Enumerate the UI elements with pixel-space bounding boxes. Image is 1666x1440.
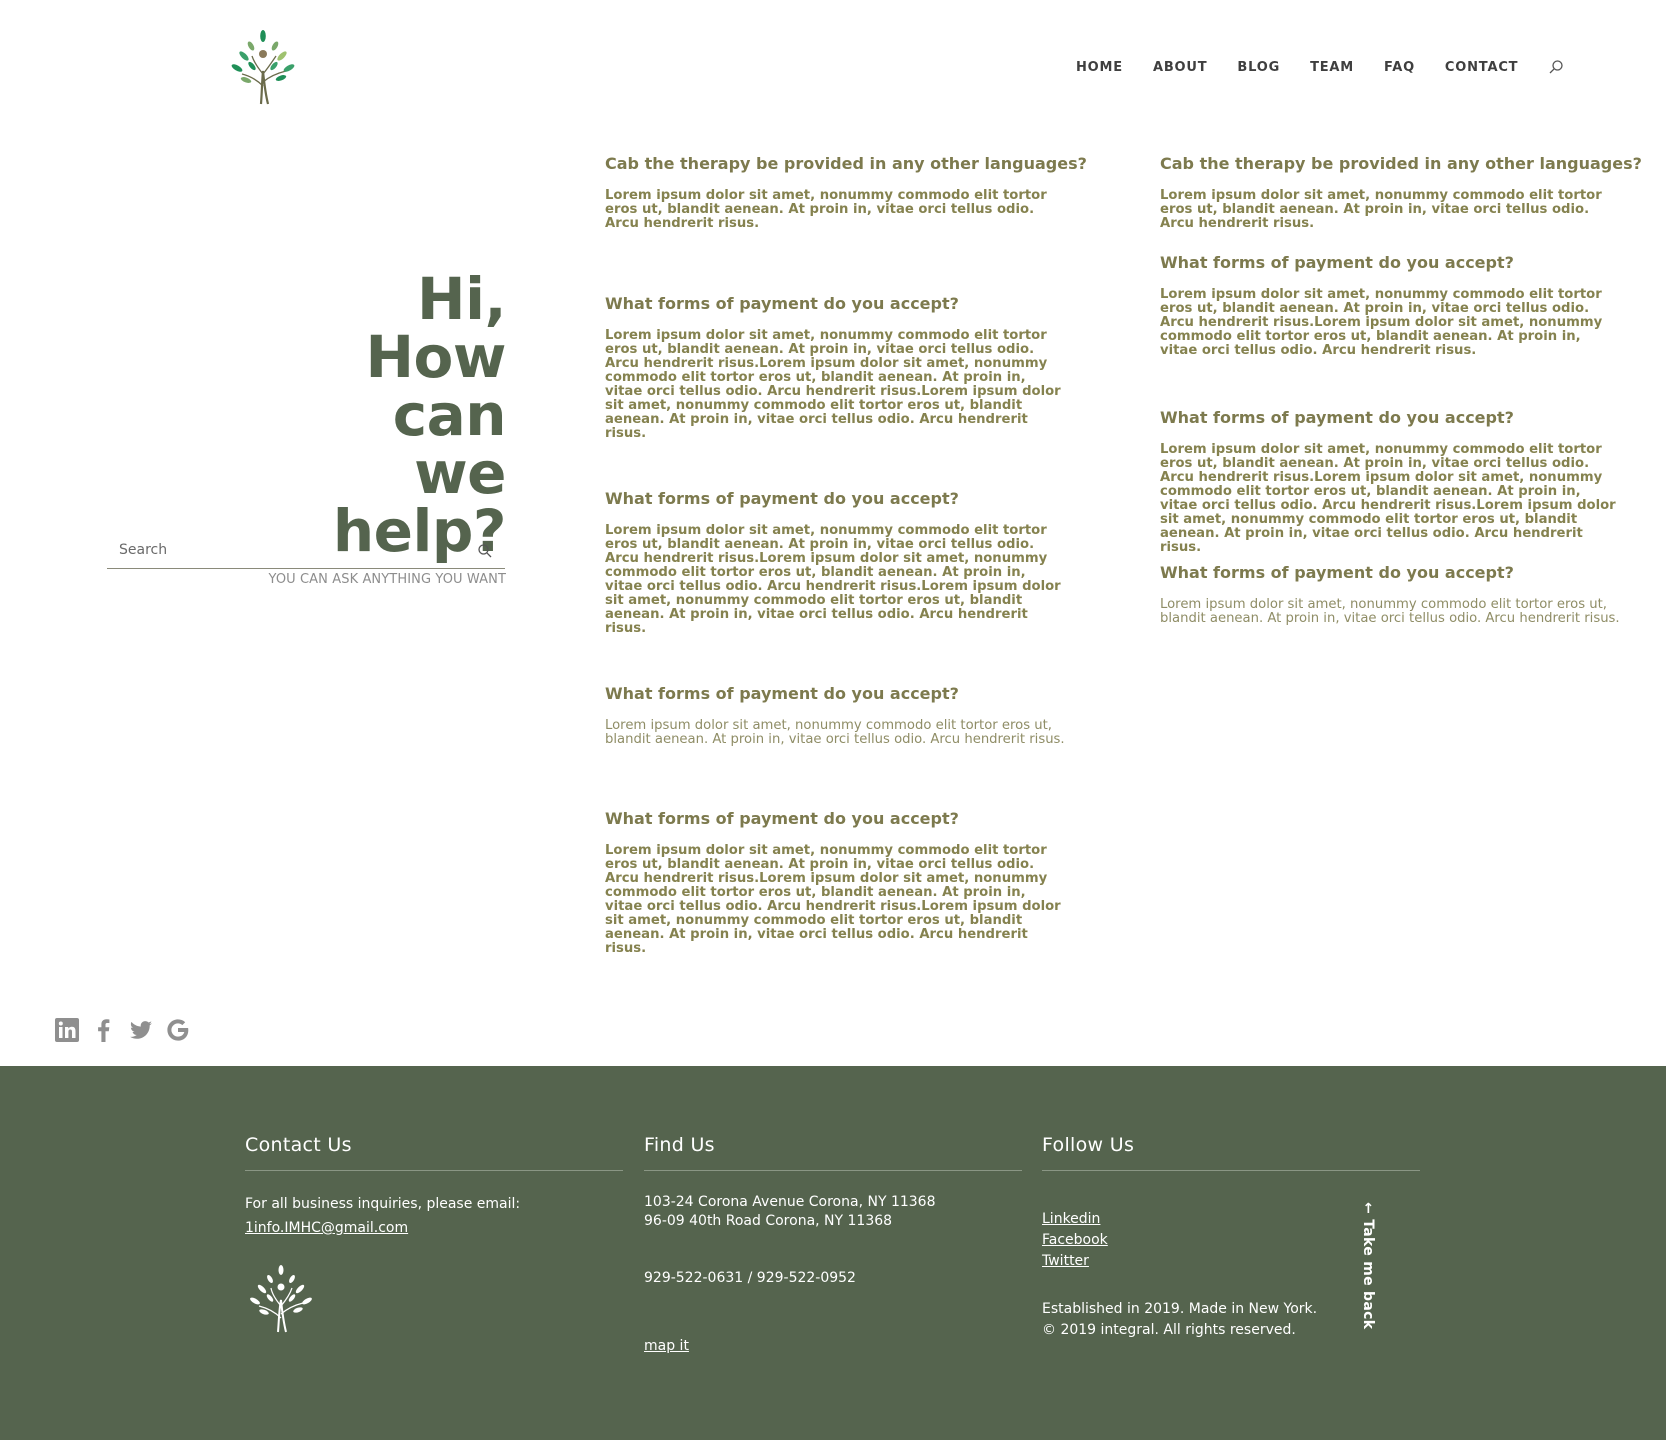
google-icon[interactable] [165,1017,191,1043]
faq-question: What forms of payment do you accept? [1160,253,1514,272]
faq-question: What forms of payment do you accept? [605,809,959,828]
back-to-top-label: ← Take me back [1360,1202,1376,1330]
social-icons [54,1017,202,1043]
footer-find: Find Us 103-24 Corona Avenue Corona, NY … [644,1134,1022,1354]
address-line: 103-24 Corona Avenue Corona, NY 11368 [644,1194,936,1210]
address-line: 96-09 40th Road Corona, NY 11368 [644,1213,893,1229]
faq-item: What forms of payment do you accept? Lor… [605,809,1065,956]
faq-answer: Lorem ipsum dolor sit amet, nonummy comm… [605,188,1047,231]
nav-blog[interactable]: BLOG [1237,60,1280,75]
faq-answer: Lorem ipsum dolor sit amet, nonummy comm… [605,718,1065,747]
nav-faq[interactable]: FAQ [1384,60,1415,75]
faq-question: What forms of payment do you accept? [605,489,959,508]
email-link[interactable]: 1info.IMHC@gmail.com [245,1220,408,1236]
faq-item: What forms of payment do you accept? Lor… [605,294,1065,489]
faq-item: What forms of payment do you accept? Lor… [1160,408,1620,563]
address: 103-24 Corona Avenue Corona, NY 11368 96… [644,1193,1022,1231]
footer-contact: Contact Us For all business inquiries, p… [245,1134,623,1334]
hero-title-line: How can [365,323,507,449]
main-nav: HOME ABOUT BLOG TEAM FAQ CONTACT [1076,58,1564,76]
faq-question: What forms of payment do you accept? [605,684,959,703]
faq-question: Cab the therapy be provided in any other… [605,154,1087,173]
faq-column-right: Cab the therapy be provided in any other… [1160,154,1642,626]
contact-text: For all business inquiries, please email… [245,1196,521,1212]
back-to-top-button[interactable]: ← Take me back [1356,1202,1378,1329]
tree-logo[interactable] [224,26,302,106]
map-link[interactable]: map it [644,1338,689,1354]
hero-title: Hi, How can we help? [240,265,507,560]
facebook-icon[interactable] [91,1017,117,1043]
faq-answer: Lorem ipsum dolor sit amet, nonummy comm… [1160,442,1616,555]
faq-item: Cab the therapy be provided in any other… [605,154,1087,294]
nav-contact[interactable]: CONTACT [1445,60,1518,75]
hero-subtitle: YOU CAN ASK ANYTHING YOU WANT [268,572,506,587]
twitter-icon[interactable] [128,1017,154,1043]
faq-search [107,534,505,569]
search-icon[interactable] [477,543,493,559]
nav-home[interactable]: HOME [1076,60,1123,75]
linkedin-link[interactable]: Linkedin [1042,1211,1100,1227]
nav-team[interactable]: TEAM [1310,60,1354,75]
footer: Contact Us For all business inquiries, p… [0,1066,1666,1440]
facebook-link[interactable]: Facebook [1042,1232,1108,1248]
faq-question: Cab the therapy be provided in any other… [1160,154,1642,173]
footer-heading: Follow Us [1042,1134,1420,1171]
faq-column-left: Cab the therapy be provided in any other… [605,154,1087,956]
hero-title-line: Hi, [417,265,506,333]
faq-answer: Lorem ipsum dolor sit amet, nonummy comm… [1160,287,1603,358]
faq-item: What forms of payment do you accept? Lor… [605,684,1065,809]
faq-question: What forms of payment do you accept? [1160,563,1514,582]
faq-answer: Lorem ipsum dolor sit amet, nonummy comm… [1160,597,1620,626]
faq-item: Cab the therapy be provided in any other… [1160,154,1642,253]
faq-answer: Lorem ipsum dolor sit amet, nonummy comm… [605,843,1061,956]
faq-answer: Lorem ipsum dolor sit amet, nonummy comm… [605,328,1061,441]
search-input[interactable] [107,534,467,566]
search-icon[interactable] [1548,59,1564,75]
footer-heading: Find Us [644,1134,1022,1171]
faq-item: What forms of payment do you accept? Lor… [605,489,1065,684]
faq-item: What forms of payment do you accept? Lor… [1160,253,1620,408]
faq-question: What forms of payment do you accept? [605,294,959,313]
linkedin-icon[interactable] [54,1017,80,1043]
footer-heading: Contact Us [245,1134,623,1171]
tree-logo-white [250,1265,312,1333]
faq-question: What forms of payment do you accept? [1160,408,1514,427]
faq-item: What forms of payment do you accept? Lor… [1160,563,1620,626]
faq-answer: Lorem ipsum dolor sit amet, nonummy comm… [1160,188,1602,231]
faq-answer: Lorem ipsum dolor sit amet, nonummy comm… [605,523,1061,636]
twitter-link[interactable]: Twitter [1042,1253,1089,1269]
phone-numbers: 929-522-0631 / 929-522-0952 [644,1270,856,1286]
nav-about[interactable]: ABOUT [1153,60,1207,75]
